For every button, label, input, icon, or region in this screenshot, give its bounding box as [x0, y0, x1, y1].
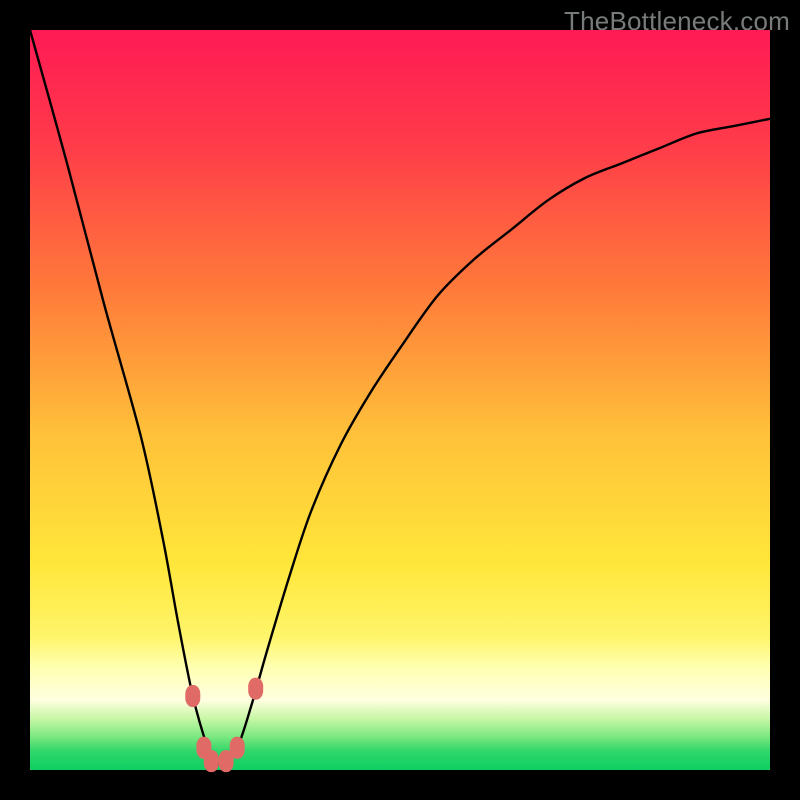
curve-markers — [185, 678, 263, 773]
bottleneck-curve — [30, 30, 770, 764]
marker-right-lower — [230, 737, 245, 759]
marker-right-upper — [248, 678, 263, 700]
marker-left-upper — [185, 685, 200, 707]
plot-area — [30, 30, 770, 770]
chart-svg — [30, 30, 770, 770]
marker-bottom-left — [204, 750, 219, 772]
